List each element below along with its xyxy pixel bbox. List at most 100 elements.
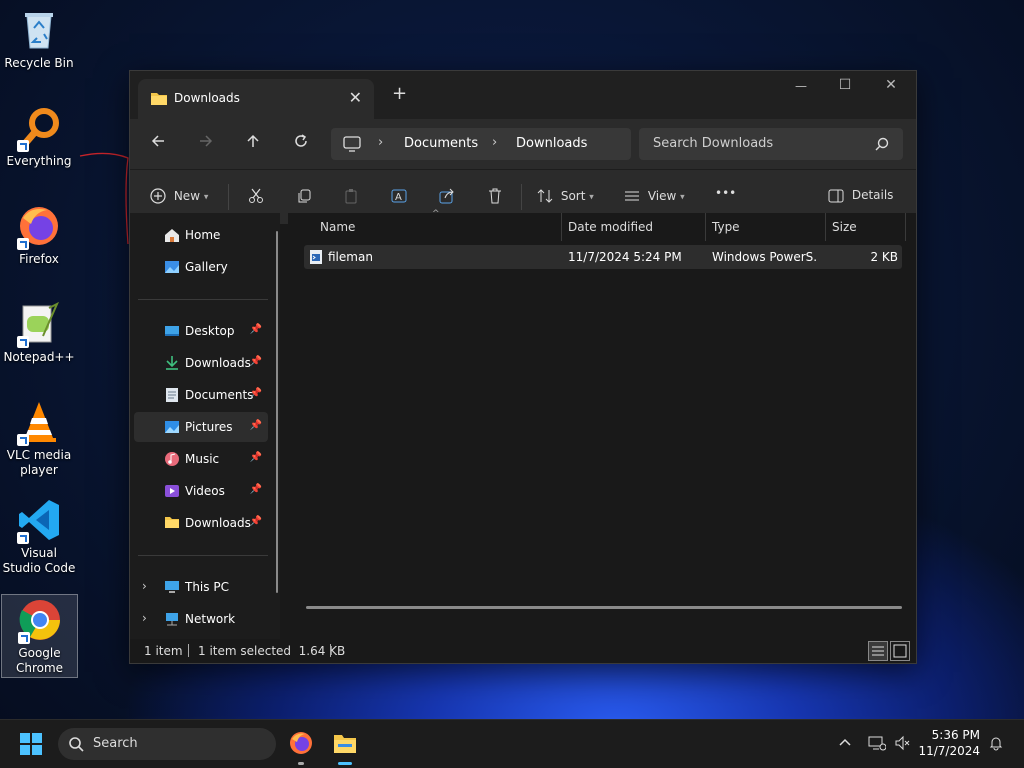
breadcrumb-separator[interactable]: › [492, 135, 497, 150]
status-divider [330, 644, 331, 657]
new-button[interactable]: New ▾ [150, 188, 208, 204]
firefox-icon [17, 204, 61, 250]
network-status-icon[interactable] [868, 735, 887, 754]
this-pc-icon [164, 579, 180, 595]
sidebar-scrollbar[interactable] [276, 231, 278, 593]
shortcut-arrow-icon [17, 434, 29, 446]
new-tab-button[interactable]: + [392, 83, 407, 104]
sidebar-divider [138, 299, 268, 300]
details-view-icon[interactable] [868, 641, 888, 661]
desktop-icon-everything[interactable]: Everything [0, 106, 78, 169]
sidebar-item-videos[interactable]: Videos 📌 [134, 476, 268, 506]
breadcrumb-documents[interactable]: Documents [404, 136, 478, 151]
back-button[interactable] [150, 133, 166, 153]
file-type: Windows PowerS... [712, 250, 816, 264]
cut-button[interactable] [248, 188, 264, 204]
file-explorer-window: Downloads ✕ + — ☐ ✕ › Documents › Downlo… [129, 70, 917, 664]
maximize-button[interactable]: ☐ [822, 77, 868, 93]
paste-clipboard-icon [345, 189, 357, 204]
sidebar-item-desktop[interactable]: Desktop 📌 [134, 316, 268, 346]
desktop-icon-notepadpp[interactable]: Notepad++ [0, 301, 78, 365]
chevron-right-icon[interactable]: › [142, 611, 147, 625]
tab-downloads[interactable]: Downloads ✕ [138, 79, 374, 119]
breadcrumb-downloads[interactable]: Downloads [516, 136, 587, 151]
tiles-view-icon[interactable] [890, 641, 910, 661]
column-header-date-modified[interactable]: Date modified [568, 220, 653, 234]
file-size: 2 KB [870, 250, 898, 264]
column-header-type[interactable]: Type [712, 220, 740, 234]
details-pane-button[interactable]: Details [828, 188, 893, 203]
share-icon [439, 188, 454, 204]
recycle-bin-icon [17, 8, 61, 52]
start-windows-icon[interactable] [20, 733, 42, 758]
up-button[interactable] [245, 133, 261, 153]
column-header-name[interactable]: Name [320, 220, 355, 234]
more-options-button[interactable]: ••• [715, 186, 736, 200]
column-divider[interactable] [825, 213, 826, 241]
search-box[interactable]: Search Downloads [639, 128, 903, 160]
chevron-down-icon: ▾ [203, 192, 209, 203]
sidebar-item-downloads-folder[interactable]: Downloads 📌 [134, 508, 268, 538]
this-pc-icon [343, 136, 361, 155]
shortcut-arrow-icon [17, 532, 29, 544]
paste-button[interactable] [343, 188, 359, 204]
sidebar-item-gallery[interactable]: Gallery [134, 252, 268, 282]
desktop-icon-label: Google Chrome [15, 646, 64, 675]
details-pane-icon [828, 189, 844, 202]
notification-bell-icon[interactable] [988, 735, 1004, 754]
volume-muted-icon[interactable] [894, 735, 910, 754]
column-divider[interactable] [905, 213, 906, 241]
sidebar-item-home[interactable]: Home [134, 220, 268, 250]
delete-button[interactable] [487, 188, 503, 204]
breadcrumb-separator[interactable]: › [378, 135, 383, 150]
sidebar-item-label: Videos [185, 484, 225, 498]
search-icon [875, 137, 889, 154]
view-button[interactable]: View ▾ [624, 188, 685, 204]
desktop-icon-vscode[interactable]: Visual Studio Code [0, 498, 78, 576]
copy-button[interactable] [296, 188, 312, 204]
column-headers: ^ Name Date modified Type Size [288, 209, 916, 241]
taskbar-file-explorer-icon[interactable] [333, 732, 357, 757]
sort-button[interactable]: Sort ▾ [537, 188, 594, 204]
desktop-icon-recycle-bin[interactable]: Recycle Bin [0, 8, 78, 71]
sidebar-item-this-pc[interactable]: › This PC [134, 572, 268, 602]
horizontal-scrollbar[interactable] [306, 606, 902, 609]
close-window-button[interactable]: ✕ [868, 77, 914, 93]
taskbar-search-box[interactable]: Search [58, 728, 276, 760]
sidebar-item-label: Downloads [185, 356, 251, 370]
scissors-icon [249, 188, 263, 203]
sidebar-item-pictures[interactable]: Pictures 📌 [134, 412, 268, 442]
forward-button[interactable] [198, 133, 214, 153]
show-hidden-icons-chevron-icon[interactable] [838, 735, 852, 752]
file-row[interactable]: fileman 11/7/2024 5:24 PM Windows PowerS… [304, 245, 902, 269]
desktop-icon-chrome[interactable]: Google Chrome [1, 594, 78, 678]
powershell-script-icon [308, 249, 324, 268]
sidebar-item-documents[interactable]: Documents 📌 [134, 380, 268, 410]
column-divider[interactable] [705, 213, 706, 241]
system-clock[interactable]: 5:36 PM 11/7/2024 [918, 727, 980, 759]
column-header-size[interactable]: Size [832, 220, 857, 234]
running-indicator [298, 762, 304, 765]
desktop-icon-firefox[interactable]: Firefox [0, 204, 78, 267]
running-indicator [338, 762, 352, 765]
desktop-folder-icon [164, 323, 180, 339]
sidebar-item-network[interactable]: › Network [134, 604, 268, 634]
taskbar-firefox-icon[interactable] [289, 731, 313, 758]
navigation-bar: › Documents › Downloads Search Downloads [130, 119, 916, 169]
close-tab-icon[interactable]: ✕ [349, 88, 362, 107]
refresh-button[interactable] [293, 133, 309, 153]
sidebar-item-downloads[interactable]: Downloads 📌 [134, 348, 268, 378]
rename-button[interactable]: A [391, 188, 409, 204]
pin-icon: 📌 [249, 324, 262, 335]
address-bar[interactable]: › Documents › Downloads [331, 128, 631, 160]
column-divider[interactable] [561, 213, 562, 241]
minimize-button[interactable]: — [778, 79, 824, 93]
chevron-right-icon[interactable]: › [142, 579, 147, 593]
home-icon [164, 227, 180, 243]
download-arrow-icon [164, 355, 180, 371]
selection-info: 1 item selected 1.64 KB [198, 644, 346, 658]
sidebar-item-music[interactable]: Music 📌 [134, 444, 268, 474]
share-button[interactable] [439, 188, 455, 204]
shortcut-arrow-icon [17, 238, 29, 250]
desktop-icon-vlc[interactable]: VLC media player [0, 400, 78, 478]
